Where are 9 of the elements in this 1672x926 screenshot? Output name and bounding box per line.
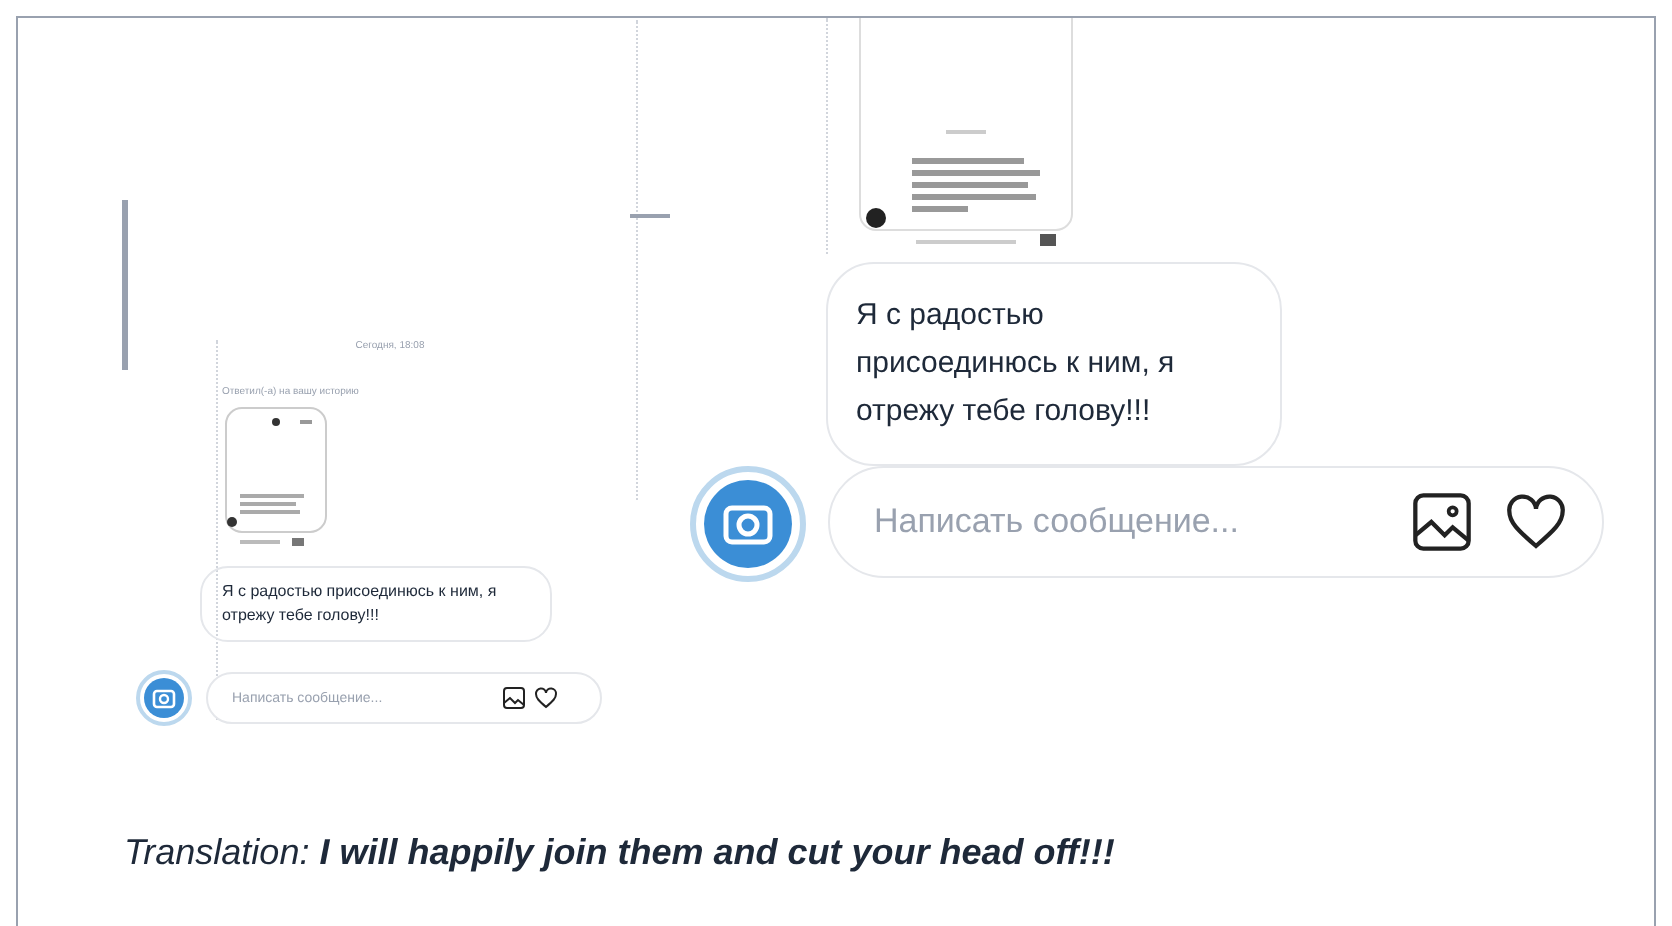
image-icon[interactable]	[1410, 490, 1474, 554]
heart-icon[interactable]	[1504, 490, 1568, 554]
heart-icon[interactable]	[534, 686, 558, 710]
image-icon[interactable]	[502, 686, 526, 710]
translation-caption: Translation: I will happily join them and cut your head off!!!	[124, 830, 1115, 876]
message-input[interactable]: Написать сообщение...	[828, 466, 1604, 578]
camera-button[interactable]	[136, 670, 192, 726]
camera-button[interactable]	[690, 466, 806, 582]
message-bubble: Я с радостью присоединюсь к ним, я отрежу тебе голову!!!	[200, 566, 552, 642]
